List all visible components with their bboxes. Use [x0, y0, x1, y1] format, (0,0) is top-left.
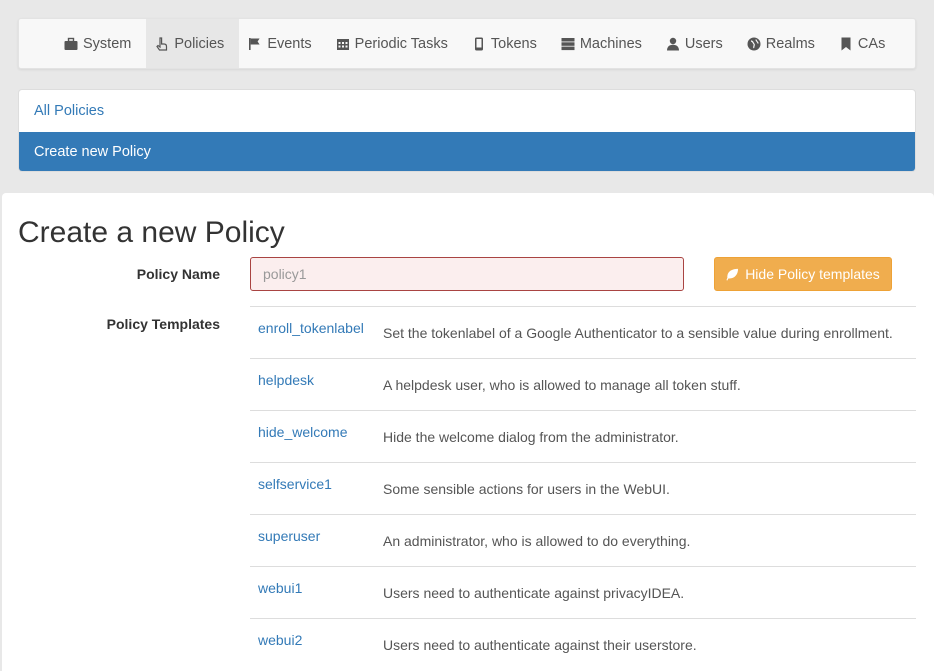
template-link[interactable]: superuser — [258, 528, 320, 544]
table-row: webui1 Users need to authenticate agains… — [250, 566, 916, 618]
table-row: helpdesk A helpdesk user, who is allowed… — [250, 358, 916, 410]
hide-policy-templates-button[interactable]: Hide Policy templates — [714, 257, 892, 291]
calendar-icon — [336, 38, 349, 50]
template-description: An administrator, who is allowed to do e… — [383, 533, 691, 549]
table-row: hide_welcome Hide the welcome dialog fro… — [250, 410, 916, 462]
leaf-icon — [726, 268, 739, 281]
table-row: selfservice1 Some sensible actions for u… — [250, 462, 916, 514]
template-link[interactable]: hide_welcome — [258, 424, 348, 440]
nav-policies-label: Policies — [174, 35, 225, 52]
nav-realms-label: Realms — [765, 35, 815, 52]
create-new-policy-link[interactable]: Create new Policy — [19, 132, 915, 171]
user-icon — [666, 37, 679, 50]
nav-periodic-tasks[interactable]: Periodic Tasks — [327, 19, 463, 68]
server-icon — [561, 37, 575, 50]
page-title: Create a new Policy — [18, 216, 285, 249]
flag-icon — [249, 37, 260, 50]
nav-realms[interactable]: Realms — [738, 19, 830, 68]
policy-name-label: Policy Name — [136, 266, 220, 282]
nav-system-label: System — [83, 35, 132, 52]
template-description: Hide the welcome dialog from the adminis… — [383, 429, 679, 445]
hide-policy-templates-label: Hide Policy templates — [745, 266, 880, 282]
template-description: A helpdesk user, who is allowed to manag… — [383, 377, 741, 393]
table-row: webui2 Users need to authenticate agains… — [250, 618, 916, 670]
policy-templates-table: enroll_tokenlabel Set the tokenlabel of … — [250, 306, 916, 670]
table-row: enroll_tokenlabel Set the tokenlabel of … — [250, 306, 916, 358]
template-description: Users need to authenticate against their… — [383, 637, 697, 653]
template-description: Set the tokenlabel of a Google Authentic… — [383, 325, 893, 341]
policy-name-input[interactable] — [250, 257, 684, 291]
top-navbar: System Policies Events Periodic Tasks To… — [18, 18, 916, 69]
nav-users[interactable]: Users — [657, 19, 738, 68]
nav-machines[interactable]: Machines — [552, 19, 657, 68]
table-row: superuser An administrator, who is allow… — [250, 514, 916, 566]
bookmark-icon — [841, 37, 851, 50]
template-link[interactable]: helpdesk — [258, 372, 314, 388]
nav-users-label: Users — [684, 35, 723, 52]
nav-machines-label: Machines — [579, 35, 642, 52]
template-link[interactable]: selfservice1 — [258, 476, 332, 492]
nav-events[interactable]: Events — [239, 19, 326, 68]
policy-templates-label: Policy Templates — [106, 316, 220, 332]
template-description: Some sensible actions for users in the W… — [383, 481, 670, 497]
nav-system[interactable]: System — [55, 19, 146, 68]
phone-icon — [474, 37, 483, 50]
hand-pointer-icon — [156, 36, 168, 51]
template-link[interactable]: webui2 — [258, 632, 302, 648]
nav-tokens[interactable]: Tokens — [463, 19, 552, 68]
nav-tokens-label: Tokens — [490, 35, 537, 52]
template-link[interactable]: enroll_tokenlabel — [258, 320, 364, 336]
all-policies-link[interactable]: All Policies — [19, 90, 915, 132]
policies-submenu: All Policies Create new Policy — [18, 89, 916, 172]
briefcase-icon — [64, 37, 78, 50]
template-description: Users need to authenticate against priva… — [383, 585, 685, 601]
nav-cas-label: CAs — [857, 35, 886, 52]
globe-icon — [747, 37, 761, 50]
nav-periodic-tasks-label: Periodic Tasks — [354, 35, 448, 52]
nav-events-label: Events — [267, 35, 312, 52]
create-policy-panel: Create a new Policy Policy Name Hide Pol… — [2, 193, 934, 671]
nav-cas[interactable]: CAs — [830, 19, 900, 68]
template-link[interactable]: webui1 — [258, 580, 302, 596]
nav-policies[interactable]: Policies — [146, 19, 240, 68]
